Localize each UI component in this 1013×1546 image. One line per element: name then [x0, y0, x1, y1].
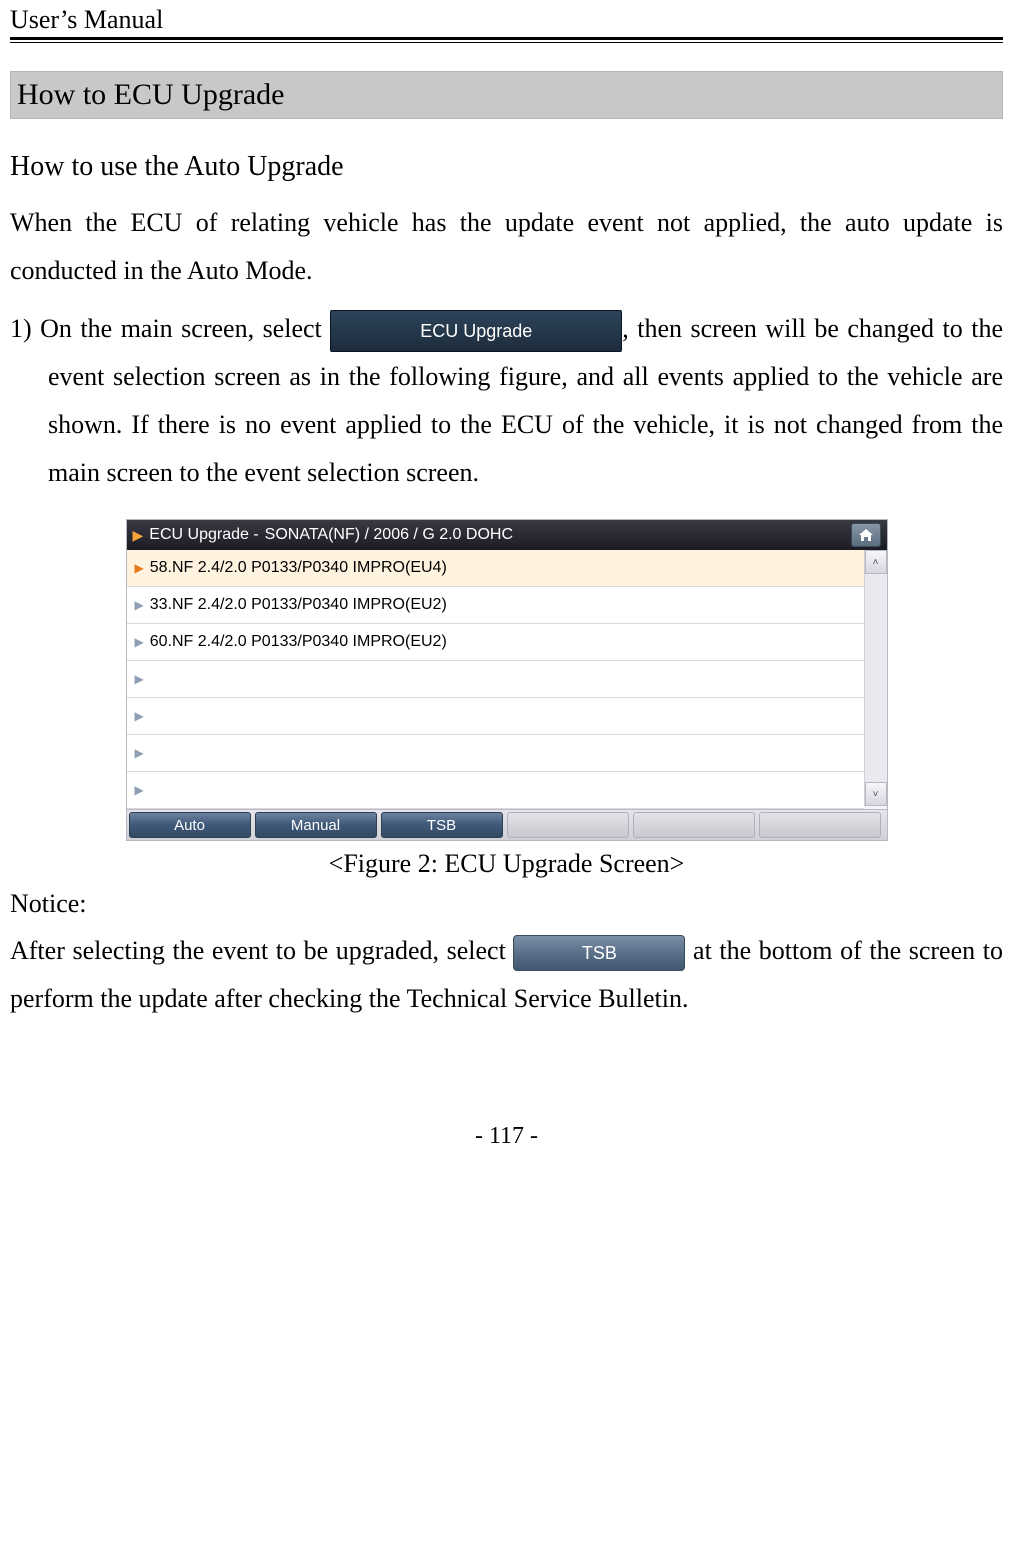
section-title: How to ECU Upgrade: [10, 71, 1003, 119]
event-label: 58.NF 2.4/2.0 P0133/P0340 IMPRO(EU4): [150, 559, 447, 577]
chevron-right-icon: ▶: [135, 746, 144, 760]
title-arrow-icon: ▶: [133, 527, 144, 544]
step-1: 1) On the main screen, select ECU Upgrad…: [10, 305, 1003, 497]
window-titlebar: ▶ ECU Upgrade - SONATA(NF) / 2006 / G 2.…: [127, 520, 887, 550]
list-item[interactable]: ▶ 33.NF 2.4/2.0 P0133/P0340 IMPRO(EU2): [127, 587, 864, 624]
chevron-right-icon: ▶: [135, 561, 144, 575]
header-rule: [10, 37, 1003, 43]
subheading: How to use the Auto Upgrade: [10, 151, 1003, 183]
event-label: 60.NF 2.4/2.0 P0133/P0340 IMPRO(EU2): [150, 633, 447, 651]
window-title-prefix: ECU Upgrade -: [149, 526, 258, 544]
tab-manual[interactable]: Manual: [255, 812, 377, 838]
list-item[interactable]: ▶ 58.NF 2.4/2.0 P0133/P0340 IMPRO(EU4): [127, 550, 864, 587]
chevron-right-icon: ▶: [135, 709, 144, 723]
doc-header: User’s Manual: [10, 5, 163, 35]
window-title-vehicle: SONATA(NF) / 2006 / G 2.0 DOHC: [265, 526, 513, 544]
list-item-empty: ▶: [127, 735, 864, 772]
notice-paragraph: After selecting the event to be upgraded…: [10, 927, 1003, 1023]
chevron-right-icon: ▶: [135, 635, 144, 649]
page-number: - 117 -: [10, 1123, 1003, 1170]
tab-empty: [759, 812, 881, 838]
scroll-up-icon[interactable]: ˄: [865, 550, 887, 574]
intro-paragraph: When the ECU of relating vehicle has the…: [10, 199, 1003, 295]
tab-empty: [633, 812, 755, 838]
notice-text-a: After selecting the event to be upgraded…: [10, 936, 513, 965]
chevron-right-icon: ▶: [135, 783, 144, 797]
step-text-a: On the main screen, select: [40, 314, 330, 343]
home-icon[interactable]: [851, 523, 881, 547]
event-list: ▶ 58.NF 2.4/2.0 P0133/P0340 IMPRO(EU4) ▶…: [127, 550, 864, 809]
figure-caption: <Figure 2: ECU Upgrade Screen>: [329, 849, 685, 879]
scroll-down-icon[interactable]: ˅: [865, 782, 887, 806]
tab-tsb[interactable]: TSB: [381, 812, 503, 838]
ecu-upgrade-window: ▶ ECU Upgrade - SONATA(NF) / 2006 / G 2.…: [126, 519, 888, 841]
list-item-empty: ▶: [127, 661, 864, 698]
tsb-button[interactable]: TSB: [513, 935, 685, 971]
event-label: 33.NF 2.4/2.0 P0133/P0340 IMPRO(EU2): [150, 596, 447, 614]
ecu-upgrade-button[interactable]: ECU Upgrade: [330, 310, 622, 352]
list-item-empty: ▶: [127, 698, 864, 735]
tab-empty: [507, 812, 629, 838]
chevron-right-icon: ▶: [135, 672, 144, 686]
chevron-right-icon: ▶: [135, 598, 144, 612]
bottom-tab-bar: Auto Manual TSB: [127, 809, 887, 840]
scrollbar[interactable]: ˄ ˅: [864, 550, 887, 806]
list-item-empty: ▶: [127, 772, 864, 809]
step-prefix: 1): [10, 314, 40, 343]
list-item[interactable]: ▶ 60.NF 2.4/2.0 P0133/P0340 IMPRO(EU2): [127, 624, 864, 661]
notice-heading: Notice:: [10, 889, 1003, 919]
tab-auto[interactable]: Auto: [129, 812, 251, 838]
